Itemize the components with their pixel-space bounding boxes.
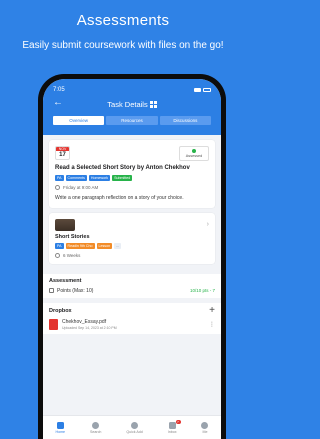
task-card[interactable]: NOV 17 Assessed Read a Selected Short St… <box>49 140 215 208</box>
more-options-icon[interactable]: ⋮ <box>209 321 215 328</box>
nav-inbox[interactable]: 7 Inbox <box>167 419 181 434</box>
clock-icon <box>55 185 60 190</box>
resource-card[interactable]: › Short Stories PA Readin 9th Cho Lesson… <box>49 212 215 264</box>
page-title-text: Task Details <box>107 99 148 109</box>
grid-icon[interactable] <box>149 100 157 108</box>
due-date: Friday at 9:00 AM <box>63 185 99 190</box>
nav-inbox-label: Inbox <box>167 429 177 434</box>
nav-home[interactable]: Home <box>55 421 66 434</box>
points-label-group: Points (Max: 10) <box>49 288 93 294</box>
badge-reading: Readin 9th Cho <box>65 242 95 249</box>
home-icon <box>56 421 64 429</box>
calendar-icon: NOV 17 <box>55 146 70 160</box>
dropbox-section: Dropbox + Chekhov_Essay.pdf Uploaded Sep… <box>43 302 221 334</box>
task-card-header: NOV 17 Assessed <box>55 146 209 161</box>
assessment-title: Assessment <box>49 277 82 284</box>
badge-lesson: Lesson <box>96 242 113 249</box>
status-bar: 7:05 <box>53 79 211 95</box>
resource-thumbnail <box>55 218 75 231</box>
calendar-day: 17 <box>59 152 66 158</box>
nav-search-label: Search <box>90 429 102 434</box>
duration-row: 6 Weeks <box>55 252 209 258</box>
search-icon <box>92 421 100 429</box>
dropbox-header: Dropbox + <box>49 305 215 315</box>
tab-overview[interactable]: Overview <box>53 116 105 125</box>
add-file-icon[interactable]: + <box>209 305 215 315</box>
status-time: 7:05 <box>53 87 65 93</box>
resource-title: Short Stories <box>55 233 90 240</box>
edit-icon <box>49 288 54 293</box>
file-info: Chekhov_Essay.pdf Uploaded Sep 14, 2023 … <box>62 319 117 330</box>
page-title: Task Details <box>107 99 157 109</box>
nav-me[interactable]: Me <box>201 421 209 434</box>
points-value: 10/10 pts - 7 <box>189 288 215 293</box>
resource-duration: 6 Weeks <box>63 252 81 258</box>
pdf-icon <box>49 318 58 330</box>
plus-circle-icon <box>131 421 139 429</box>
task-badges: PA Comments Homework Submitted <box>55 175 209 181</box>
file-row[interactable]: Chekhov_Essay.pdf Uploaded Sep 14, 2023 … <box>49 318 215 330</box>
nav-me-label: Me <box>202 429 208 434</box>
badge-more: ... <box>114 242 122 249</box>
dropbox-title: Dropbox <box>49 307 72 314</box>
badge-homework: Homework <box>88 175 111 181</box>
tab-resources[interactable]: Resources <box>106 116 158 125</box>
nav-quick-add[interactable]: Quick Add <box>126 421 143 434</box>
status-badge: Assessed <box>179 146 209 161</box>
status-dot-icon <box>192 149 196 153</box>
main-content: NOV 17 Assessed Read a Selected Short St… <box>43 135 221 274</box>
app-screen: 7:05 ← Task Details Overview Resources D… <box>43 79 221 439</box>
clock-icon <box>55 252 60 258</box>
bottom-nav: Home Search Quick Add 7 Inbox Me <box>43 415 221 439</box>
nav-home-label: Home <box>55 429 66 434</box>
file-meta: Uploaded Sep 14, 2023 at 2:10 PM <box>62 325 117 330</box>
assessment-section: Assessment Points (Max: 10) 10/10 pts - … <box>43 273 221 298</box>
points-label: Points (Max: 10) <box>57 287 94 294</box>
battery-icon <box>203 88 211 92</box>
badge-comments: Comments <box>65 175 87 181</box>
task-description: Write a one paragraph reflection on a st… <box>55 195 184 201</box>
resource-header: › <box>55 218 209 231</box>
task-title: Read a Selected Short Story by Anton Che… <box>55 165 190 171</box>
signal-icon <box>194 88 201 92</box>
status-label: Assessed <box>185 154 203 158</box>
promo-subtitle: Easily submit coursework with files on t… <box>22 40 224 51</box>
due-row: Friday at 9:00 AM <box>55 185 209 190</box>
phone-frame: 7:05 ← Task Details Overview Resources D… <box>38 74 226 439</box>
profile-icon <box>201 421 209 429</box>
app-header: 7:05 ← Task Details Overview Resources D… <box>43 79 221 135</box>
nav-row: ← Task Details <box>53 95 211 113</box>
back-arrow-icon[interactable]: ← <box>53 97 63 108</box>
inbox-badge: 7 <box>175 419 181 424</box>
file-name: Chekhov_Essay.pdf <box>62 318 107 325</box>
promo-title: Assessments <box>76 12 170 29</box>
status-icons <box>194 88 211 92</box>
points-row[interactable]: Points (Max: 10) 10/10 pts - 7 <box>49 288 215 294</box>
inbox-icon <box>168 421 176 429</box>
nav-search[interactable]: Search <box>90 421 102 434</box>
tab-discussions[interactable]: Discussions <box>159 116 211 125</box>
resource-badges: PA Readin 9th Cho Lesson ... <box>55 242 209 249</box>
chevron-right-icon[interactable]: › <box>207 221 209 228</box>
badge-pa: PA <box>55 175 64 181</box>
tab-bar: Overview Resources Discussions <box>53 116 211 125</box>
badge-submitted: Submitted <box>112 175 133 181</box>
badge-pa: PA <box>55 242 64 249</box>
nav-quick-add-label: Quick Add <box>126 429 143 434</box>
